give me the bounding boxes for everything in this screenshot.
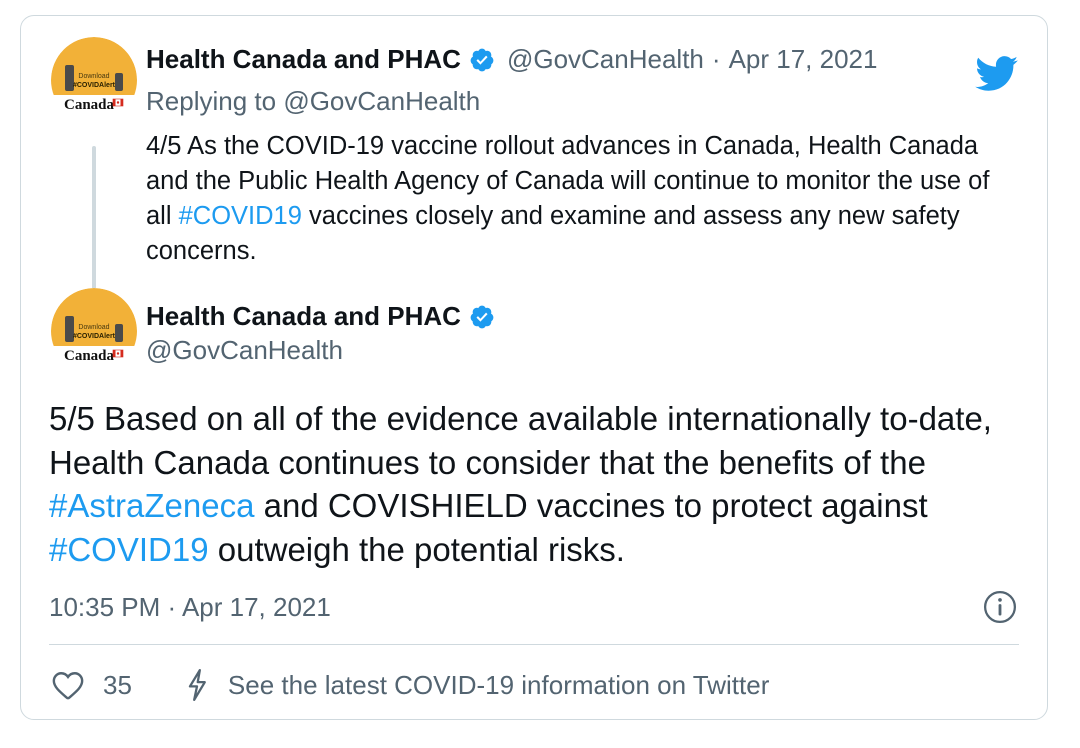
- hashtag-link[interactable]: #COVID19: [49, 531, 209, 568]
- main-tweet-text-part: outweigh the potential risks.: [208, 530, 625, 568]
- twitter-bird-icon[interactable]: [975, 56, 1019, 97]
- info-icon[interactable]: [983, 590, 1019, 626]
- first-tweet-header: Health Canada and PHAC @GovCanHealth · A…: [146, 44, 877, 75]
- thread-connector-line: [92, 146, 96, 293]
- author-name[interactable]: Health Canada and PHAC: [146, 301, 461, 332]
- author-name[interactable]: Health Canada and PHAC: [146, 44, 461, 75]
- svg-text:Download: Download: [78, 324, 109, 331]
- hashtag-link[interactable]: #COVID19: [179, 202, 302, 230]
- tweet-timestamp[interactable]: 10:35 PM · Apr 17, 2021: [49, 592, 331, 623]
- main-tweet-text: 5/5 Based on all of the evidence availab…: [49, 397, 1009, 571]
- verified-badge-icon: [469, 304, 495, 330]
- heart-icon: [51, 669, 85, 701]
- like-button[interactable]: 35: [51, 669, 132, 701]
- main-tweet-text-part: and COVISHIELD vaccines to protect again…: [254, 487, 928, 524]
- hashtag-link[interactable]: #AstraZeneca: [49, 487, 254, 524]
- main-tweet-header: Health Canada and PHAC: [146, 301, 495, 332]
- tweet-card: Download #COVIDAlert Canada Health Canad…: [20, 15, 1048, 720]
- author-handle[interactable]: @GovCanHealth: [507, 44, 704, 75]
- action-bar: 35 See the latest COVID-19 information o…: [51, 668, 769, 702]
- covid-info-link[interactable]: See the latest COVID-19 information on T…: [184, 668, 769, 702]
- verified-badge-icon: [469, 47, 495, 73]
- replying-handle-link[interactable]: @GovCanHealth: [283, 86, 480, 116]
- tweet-date[interactable]: Apr 17, 2021: [729, 44, 878, 75]
- main-tweet-text-part: 5/5 Based on all of the evidence availab…: [49, 400, 992, 481]
- avatar[interactable]: Download #COVIDAlert Canada: [51, 37, 137, 123]
- separator-dot: ·: [711, 44, 721, 74]
- divider: [49, 644, 1019, 645]
- replying-to: Replying to @GovCanHealth: [146, 86, 480, 117]
- lightning-icon: [184, 668, 210, 702]
- replying-label: Replying to: [146, 86, 277, 116]
- svg-text:Download: Download: [78, 73, 109, 80]
- first-tweet-text: 4/5 As the COVID-19 vaccine rollout adva…: [146, 129, 1006, 269]
- svg-text:#COVIDAlert: #COVIDAlert: [73, 82, 116, 89]
- like-count: 35: [103, 669, 132, 700]
- svg-text:#COVIDAlert: #COVIDAlert: [73, 333, 116, 340]
- covid-info-link-text: See the latest COVID-19 information on T…: [227, 669, 770, 700]
- avatar[interactable]: Download #COVIDAlert Canada: [51, 288, 137, 374]
- svg-text:Canada: Canada: [64, 348, 115, 364]
- author-handle[interactable]: @GovCanHealth: [146, 335, 343, 366]
- svg-text:Canada: Canada: [64, 97, 115, 113]
